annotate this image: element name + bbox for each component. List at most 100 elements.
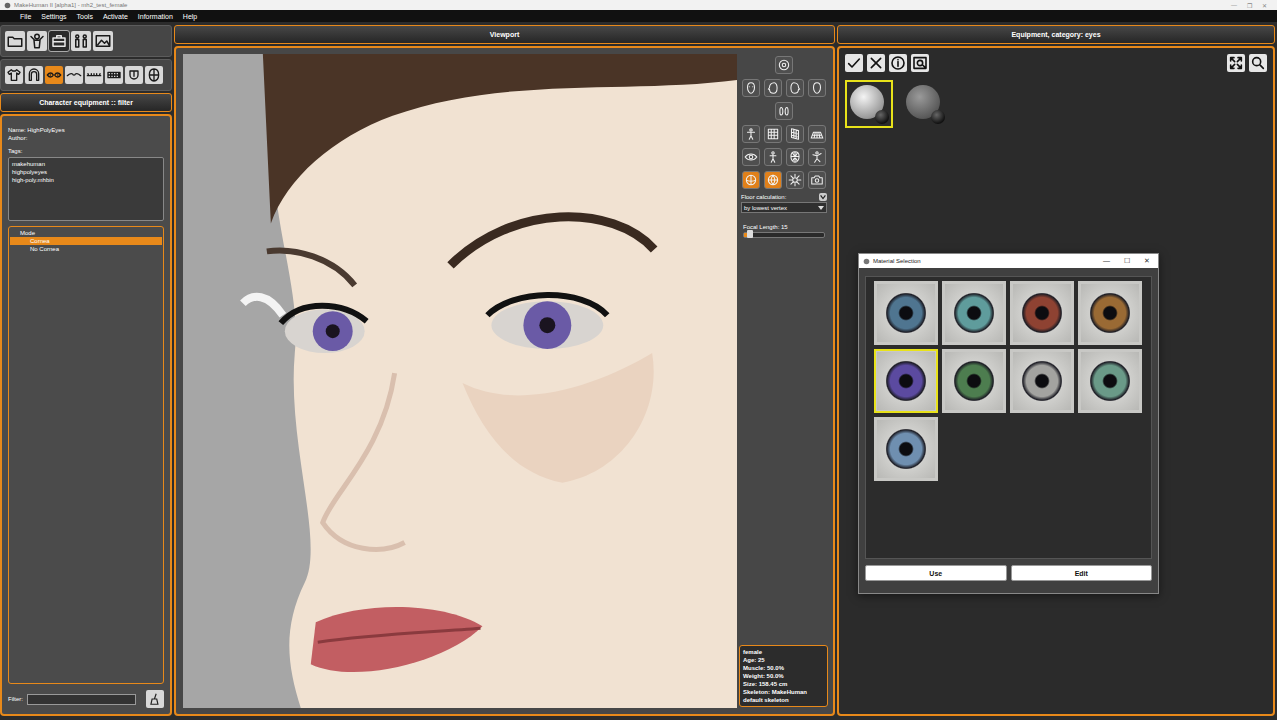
material-icon: [912, 55, 928, 71]
mode-option[interactable]: No Cornea: [10, 245, 162, 253]
window-control-button[interactable]: ✕: [1262, 2, 1267, 9]
dialog-app-icon: [863, 258, 870, 265]
main-tool-button[interactable]: [5, 31, 25, 51]
viewport-tool-button[interactable]: [786, 79, 804, 97]
menu-item[interactable]: Activate: [103, 13, 128, 20]
viewport-tool-button[interactable]: [742, 79, 760, 97]
dialog-button[interactable]: Use: [865, 565, 1007, 581]
dialog-control-button[interactable]: ☐: [1124, 257, 1130, 265]
viewport-tool-button[interactable]: [808, 125, 826, 143]
equipment-tool-button[interactable]: [889, 54, 907, 72]
viewport-tool-button[interactable]: [808, 171, 826, 189]
material-grid: [865, 276, 1152, 559]
filter-row: Filter:: [8, 690, 164, 708]
viewport-tool-button[interactable]: [764, 148, 782, 166]
mode-option[interactable]: Cornea: [10, 237, 162, 245]
category-tool-button[interactable]: [65, 66, 83, 84]
tags-box: makehumanhighpolyeyeshigh-poly.mhbin: [8, 157, 164, 221]
material-swatch[interactable]: [1078, 281, 1142, 345]
viewport-3d[interactable]: [183, 54, 737, 708]
material-swatch[interactable]: [874, 417, 938, 481]
character-info-line: female: [743, 648, 824, 656]
menu-item[interactable]: Help: [183, 13, 197, 20]
viewport-tool-button[interactable]: [742, 171, 760, 189]
material-swatch[interactable]: [1078, 349, 1142, 413]
filter-input[interactable]: [27, 694, 136, 705]
window-control-button[interactable]: ❐: [1247, 2, 1252, 9]
equipment-tool-button[interactable]: [1227, 54, 1245, 72]
clear-filter-button[interactable]: [146, 690, 164, 708]
material-swatch[interactable]: [874, 349, 938, 413]
material-swatch[interactable]: [1010, 281, 1074, 345]
viewport-tool-button[interactable]: [775, 102, 793, 120]
viewport-tool-row: [739, 148, 829, 166]
main-tool-button[interactable]: [71, 31, 91, 51]
viewport-tool-button[interactable]: [775, 56, 793, 74]
dialog-control-button[interactable]: ✕: [1144, 257, 1150, 265]
equipment-item[interactable]: [845, 80, 893, 128]
equipment-tool-button[interactable]: [1249, 54, 1267, 72]
character-render: [183, 54, 737, 708]
viewport-tool-button[interactable]: [786, 171, 804, 189]
window-control-button[interactable]: —: [1231, 2, 1237, 9]
viewport-tool-button[interactable]: [742, 148, 760, 166]
render-icon: [94, 32, 112, 50]
main-tool-button[interactable]: [27, 31, 47, 51]
character-info-line: Muscle: 50.0%: [743, 664, 824, 672]
material-swatch[interactable]: [874, 281, 938, 345]
item-author: Author:: [8, 134, 164, 142]
viewport-tool-button[interactable]: [808, 148, 826, 166]
eye-icon: [744, 150, 758, 164]
viewport-tool-button[interactable]: [786, 148, 804, 166]
category-tool-button[interactable]: [145, 66, 163, 84]
item-name: Name: HighPolyEyes: [8, 126, 164, 134]
focal-length-label: Focal Length: 15: [739, 224, 829, 230]
viewport-tool-button[interactable]: [808, 79, 826, 97]
category-tool-button[interactable]: [5, 66, 23, 84]
menu-item[interactable]: Settings: [41, 13, 66, 20]
collapse-icon[interactable]: [819, 193, 827, 201]
material-swatch[interactable]: [1010, 349, 1074, 413]
equipment-item[interactable]: [901, 80, 949, 128]
dialog-control-button[interactable]: —: [1103, 257, 1110, 265]
material-ball-icon: [875, 110, 889, 124]
category-tool-button[interactable]: [105, 66, 123, 84]
iris-texture-icon: [945, 284, 1003, 342]
dialog-button[interactable]: Edit: [1011, 565, 1153, 581]
equipment-tool-button[interactable]: [845, 54, 863, 72]
dialog-title: Material Selection: [873, 258, 1100, 264]
tag: makehuman: [12, 160, 160, 168]
target-icon: [777, 58, 791, 72]
equipment-tool-button[interactable]: [911, 54, 929, 72]
tags-label: Tags:: [8, 147, 164, 155]
category-tool-button[interactable]: [85, 66, 103, 84]
eyelashes-icon: [86, 67, 102, 83]
menu-item[interactable]: Information: [138, 13, 173, 20]
character-info-box: femaleAge: 25Muscle: 50.0%Weight: 50.0%S…: [739, 645, 828, 707]
viewport-tool-button[interactable]: [764, 125, 782, 143]
focal-length-slider[interactable]: [743, 232, 825, 238]
tag: highpolyeyes: [12, 168, 160, 176]
material-swatch[interactable]: [942, 349, 1006, 413]
menu-item[interactable]: File: [20, 13, 31, 20]
info-icon: [890, 55, 906, 71]
iris-texture-icon: [877, 284, 935, 342]
floor-calculation-dropdown[interactable]: by lowest vertex: [741, 202, 827, 213]
main-tool-button[interactable]: [49, 31, 69, 51]
grid-icon: [766, 127, 780, 141]
center-column: ViewportFloor calculation:by lowest vert…: [174, 25, 835, 716]
viewport-tool-button[interactable]: [742, 125, 760, 143]
menu-item[interactable]: Tools: [77, 13, 93, 20]
material-swatch[interactable]: [942, 281, 1006, 345]
globe-icon: [766, 173, 780, 187]
viewport-tool-button[interactable]: [764, 79, 782, 97]
slider-handle[interactable]: [747, 230, 753, 238]
dropdown-arrow-icon: [818, 206, 824, 210]
viewport-tool-button[interactable]: [786, 125, 804, 143]
category-tool-button[interactable]: [125, 66, 143, 84]
category-tool-button[interactable]: [25, 66, 43, 84]
equipment-tool-button[interactable]: [867, 54, 885, 72]
viewport-tool-button[interactable]: [764, 171, 782, 189]
main-tool-button[interactable]: [93, 31, 113, 51]
category-tool-button[interactable]: [45, 66, 63, 84]
